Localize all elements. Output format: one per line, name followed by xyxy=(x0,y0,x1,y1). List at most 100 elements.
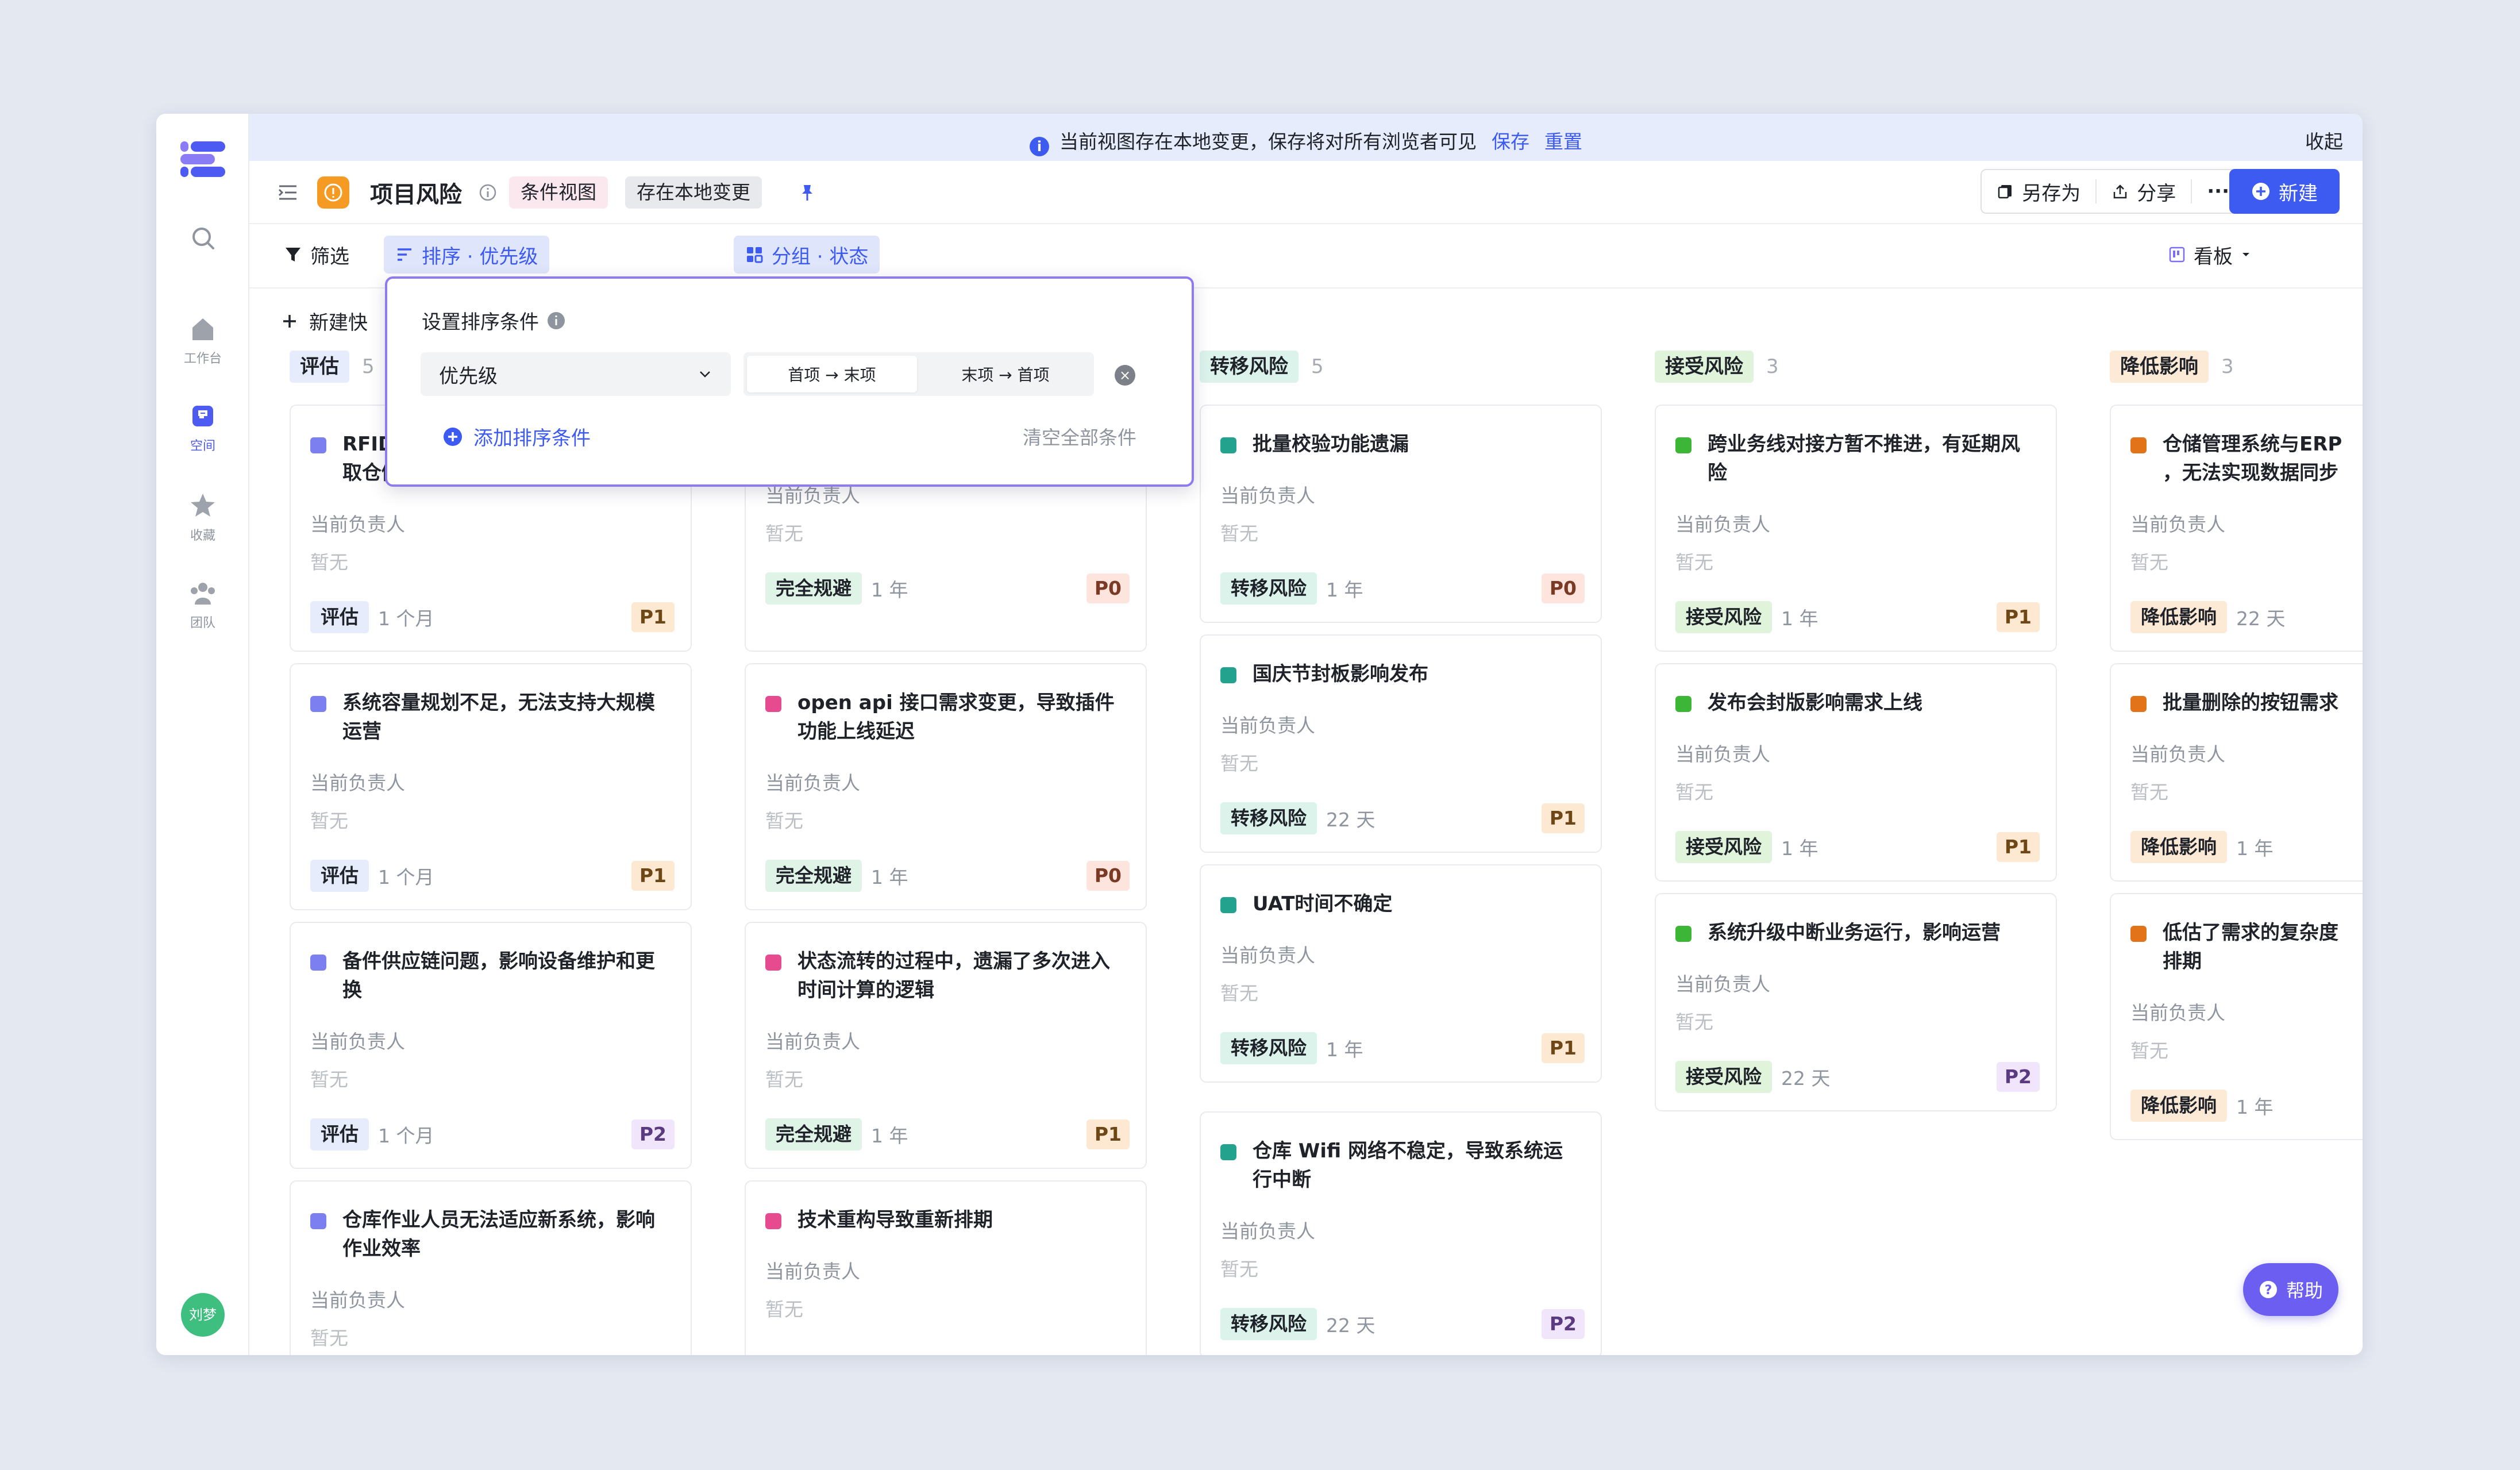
priority-badge: P2 xyxy=(1541,1309,1585,1339)
task-card[interactable]: 仓库 Wifi 网络不稳定，导致系统运 行中断 当前负责人 暂无 转移风险 22 天 P2 xyxy=(1200,1111,1602,1355)
card-footer: 接受风险 22 天 P2 xyxy=(1675,1061,2040,1093)
sort-field-select[interactable]: 优先级 xyxy=(421,352,731,396)
pin-button[interactable] xyxy=(797,161,817,224)
task-card[interactable]: UAT时间不确定 当前负责人 暂无 转移风险 1 年 P1 xyxy=(1200,864,1602,1083)
card-age: 1 个月 xyxy=(378,607,434,630)
new-button[interactable]: 新建 xyxy=(2229,169,2340,214)
sort-button[interactable]: 排序 · 优先级 xyxy=(384,236,550,274)
card-age: 1 年 xyxy=(1781,607,1818,630)
assignee-value: 暂无 xyxy=(1220,1258,1258,1280)
task-card[interactable]: 低估了需求的复杂度 排期 当前负责人 暂无 降低影响 1 年 xyxy=(2110,893,2363,1140)
task-card[interactable]: 发布会封版影响需求上线 当前负责人 暂无 接受风险 1 年 P1 xyxy=(1655,663,2057,882)
save-as-button[interactable]: 另存为 xyxy=(1982,170,2095,213)
group-button[interactable]: 分组 · 状态 xyxy=(734,236,880,274)
card-title: 批量删除的按钮需求 xyxy=(2130,688,2363,717)
info-circle-icon xyxy=(479,184,496,201)
task-card[interactable]: 系统容量规划不足，无法支持大规模 运营 当前负责人 暂无 评估 1 个月 P1 xyxy=(290,663,692,910)
task-card[interactable]: 状态流转的过程中，遗漏了多次进入 时间计算的逻辑 当前负责人 暂无 完全规避 1 年 P1 xyxy=(745,922,1147,1169)
card-title-text: 低估了需求的复杂度 排期 xyxy=(2163,921,2338,973)
title-info-button[interactable] xyxy=(478,161,498,224)
column-count: 5 xyxy=(362,355,375,378)
rail-item-workbench[interactable]: 工作台 xyxy=(156,314,249,367)
notice-collapse-button[interactable]: 收起 xyxy=(2305,126,2343,154)
app-logo[interactable] xyxy=(178,139,228,179)
add-sort-condition-button[interactable]: 添加排序条件 xyxy=(442,422,591,451)
status-dot-icon xyxy=(765,1213,781,1229)
help-button[interactable]: ? 帮助 xyxy=(2243,1263,2338,1316)
pin-icon xyxy=(802,185,812,201)
help-label: 帮助 xyxy=(2286,1280,2323,1302)
sidebar-toggle-button[interactable] xyxy=(277,161,299,224)
filter-button[interactable]: 筛选 xyxy=(272,236,361,274)
card-footer: 评估 1 个月 P2 xyxy=(310,1118,675,1150)
task-card[interactable]: 备件供应链问题，影响设备维护和更 换当前负责人 暂无 评估 1 个月 P2 xyxy=(290,922,692,1169)
card-status-tag: 降低影响 xyxy=(2130,601,2227,633)
priority-badge: P2 xyxy=(1996,1062,2040,1092)
rail-item-team[interactable]: 团队 xyxy=(156,578,249,631)
task-card[interactable]: 批量删除的按钮需求 当前负责人 暂无 降低影响 1 年 xyxy=(2110,663,2363,882)
card-age: 1 年 xyxy=(1326,579,1363,601)
rail-item-space[interactable]: 空间 xyxy=(156,401,249,454)
rail-search[interactable] xyxy=(156,223,249,253)
card-status-tag: 评估 xyxy=(310,860,369,892)
card-age: 1 年 xyxy=(2236,1096,2274,1118)
card-footer: 完全规避 1 年 P1 xyxy=(765,1118,1130,1150)
assignee-label: 当前负责人 xyxy=(765,1260,860,1283)
card-footer: 完全规避 1 年 P0 xyxy=(765,572,1130,605)
share-button[interactable]: 分享 xyxy=(2097,170,2191,213)
notice-save-link[interactable]: 保存 xyxy=(1492,130,1529,153)
remove-sort-condition-icon[interactable]: × xyxy=(1115,365,1135,386)
assignee-label: 当前负责人 xyxy=(2130,1002,2225,1024)
card-footer: 完全规避 1 年 P0 xyxy=(765,860,1130,892)
priority-badge: P0 xyxy=(1086,861,1130,891)
sort-icon xyxy=(398,248,411,261)
task-card[interactable]: 技术重构导致重新排期 当前负责人 暂无 xyxy=(745,1180,1147,1355)
task-card[interactable]: 国庆节封板影响发布 当前负责人 暂无 转移风险 22 天 P1 xyxy=(1200,634,1602,853)
board-column: 转移风险 5 批量校验功能遗漏 当前负责人 暂无 转移风险 1 年 P0 国庆节封板影响发布 当前… xyxy=(1200,290,1602,1355)
card-age: 22 天 xyxy=(1326,1314,1375,1337)
notice-reset-link[interactable]: 重置 xyxy=(1544,130,1582,153)
card-title: 备件供应链问题，影响设备维护和更 换 xyxy=(310,947,675,1005)
priority-badge: P2 xyxy=(631,1119,675,1149)
card-title-text: 系统升级中断业务运行，影响运营 xyxy=(1708,921,2001,944)
sort-descending-option[interactable]: 末项 → 首项 xyxy=(920,356,1091,392)
card-status-tag: 转移风险 xyxy=(1220,572,1317,605)
view-header: 项目风险 条件视图 存在本地变更 另存为 分享 ··· 新建 xyxy=(249,161,2363,224)
filter-icon xyxy=(286,248,300,261)
task-card[interactable]: open api 接口需求变更，导致插件 功能上线延迟 当前负责人 暂无 完全规避 1 … xyxy=(745,663,1147,910)
priority-badge: P1 xyxy=(1541,803,1585,833)
sort-ascending-option[interactable]: 首项 → 末项 xyxy=(747,356,917,392)
status-dot-icon xyxy=(1220,1144,1236,1160)
project-icon xyxy=(317,161,349,224)
team-icon xyxy=(191,583,215,605)
card-status-tag: 完全规避 xyxy=(765,572,862,605)
task-card[interactable]: 系统升级中断业务运行，影响运营 当前负责人 暂无 接受风险 22 天 P2 xyxy=(1655,893,2057,1111)
card-title: 系统升级中断业务运行，影响运营 xyxy=(1675,918,2040,947)
card-age: 1 年 xyxy=(1326,1038,1363,1061)
view-label: 看板 xyxy=(2194,245,2233,268)
status-dot-icon xyxy=(310,1213,326,1229)
chevron-down-icon xyxy=(700,371,710,378)
rail-item-favorites[interactable]: 收藏 xyxy=(156,491,249,544)
card-footer: 降低影响 1 年 xyxy=(2130,1090,2363,1122)
card-footer: 评估 1 个月 P1 xyxy=(310,601,675,633)
card-title-text: 国庆节封板影响发布 xyxy=(1253,663,1428,686)
task-card[interactable]: 跨业务线对接方暂不推进，有延期风 险当前负责人 暂无 接受风险 1 年 P1 xyxy=(1655,405,2057,652)
priority-badge: P0 xyxy=(1541,574,1585,603)
task-card[interactable]: 仓储管理系统与ERP ，无法实现数据同步 当前负责人 暂无 降低影响 22 天 xyxy=(2110,405,2363,652)
task-card[interactable]: 仓库作业人员无法适应新系统，影响 作业效率 当前负责人 暂无 xyxy=(290,1180,692,1355)
card-title-text: 仓库作业人员无法适应新系统，影响 作业效率 xyxy=(342,1209,655,1260)
status-dot-icon xyxy=(765,955,781,971)
assignee-value: 暂无 xyxy=(1220,982,1258,1005)
plus-circle-icon xyxy=(444,427,462,446)
task-card[interactable]: 批量校验功能遗漏 当前负责人 暂无 转移风险 1 年 P0 xyxy=(1200,405,1602,623)
card-title: 技术重构导致重新排期 xyxy=(765,1206,1130,1234)
user-avatar[interactable]: 刘梦 xyxy=(181,1293,225,1337)
status-dot-icon xyxy=(2130,437,2147,453)
column-header: 转移风险 5 xyxy=(1200,351,1324,383)
view-switcher[interactable]: 看板 xyxy=(2157,236,2263,274)
priority-badge: P1 xyxy=(1541,1033,1585,1063)
clear-all-conditions-button[interactable]: 清空全部条件 xyxy=(1023,422,1136,450)
card-status-tag: 降低影响 xyxy=(2130,1090,2227,1122)
sort-label: 排序 · 优先级 xyxy=(422,245,538,268)
